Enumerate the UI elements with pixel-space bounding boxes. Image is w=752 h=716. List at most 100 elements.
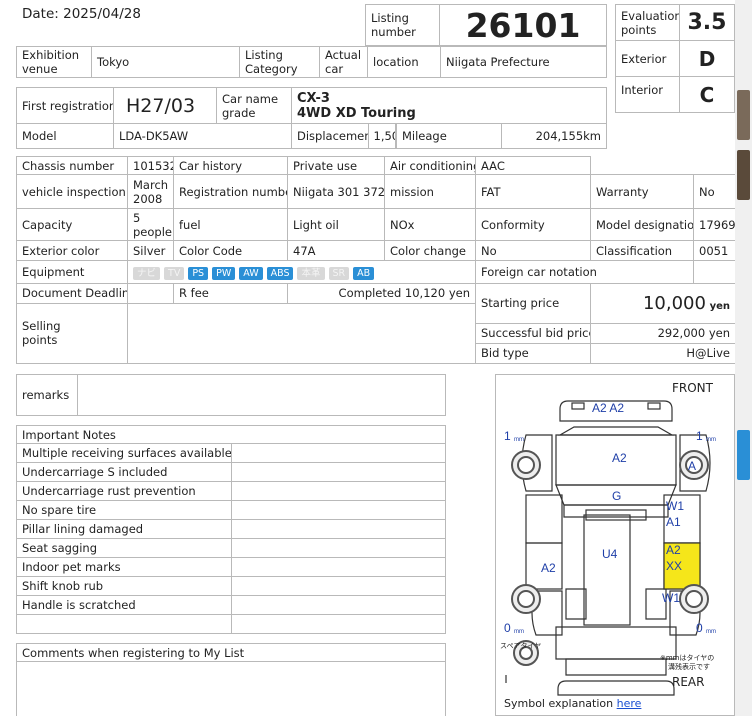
spare-tire-label: スペアタイヤ — [500, 642, 542, 650]
conformity-label: Conformity — [475, 208, 591, 242]
starting-price-unit: yen — [709, 300, 730, 312]
mark-front-bumper: A2 A2 — [592, 401, 625, 415]
important-note-item: No spare tire — [16, 500, 232, 520]
tire-front-right-value: 1 — [696, 429, 703, 443]
mission-value: FAT — [475, 174, 591, 210]
air-conditioning-value: AAC — [475, 155, 591, 176]
chassis-number-label: Chassis number — [16, 155, 128, 176]
mileage-label: Mileage — [396, 123, 502, 149]
first-registration-value: H27/03 — [113, 87, 217, 124]
rear-label: REAR — [672, 675, 705, 689]
tire-rear-left-unit: mm — [514, 629, 524, 635]
tire-rear-right-value: 0 — [696, 621, 703, 635]
color-change-value: No — [475, 240, 591, 262]
selling-points-value — [127, 302, 476, 365]
equipment-chip: 本革 — [297, 266, 325, 280]
tire-rear-left-value: 0 — [504, 621, 511, 635]
fuel-label: fuel — [173, 208, 288, 242]
document-deadline-value — [127, 282, 174, 304]
capacity-label: Capacity — [16, 208, 128, 242]
model-designation-value: 17969 — [693, 208, 736, 242]
starting-price-cell: 10,000 yen — [590, 282, 736, 324]
vehicle-inspection-label: vehicle inspection — [16, 174, 128, 210]
air-conditioning-label: Air conditioning — [384, 155, 476, 176]
color-code-label: Color Code — [173, 240, 288, 262]
starting-price-value: 10,000 — [642, 292, 706, 314]
actual-car-label: Actual car — [319, 46, 368, 78]
evaluation-points-label: Evaluation points — [615, 4, 680, 41]
important-note-item: Shift knob rub — [16, 576, 232, 596]
important-note-value — [230, 614, 446, 634]
important-note-item: Seat sagging — [16, 538, 232, 558]
important-note-item: Indoor pet marks — [16, 557, 232, 577]
registration-number-label: Registration number — [173, 174, 288, 210]
important-note-item: Handle is scratched — [16, 595, 232, 615]
warranty-value: No — [693, 174, 736, 210]
foreign-car-notation-label: Foreign car notation — [475, 260, 694, 284]
mark-right-rear-door-2: XX — [666, 559, 683, 573]
r-fee-label: R fee — [173, 282, 288, 304]
bid-type-label: Bid type — [475, 342, 591, 365]
damage-diagram: FRONT REAR 1 mm 1 mm 0 mm 0 mm A2 A2 A2 … — [495, 374, 735, 716]
bid-type-value: H@Live — [590, 342, 736, 365]
tire-rear-right-unit: mm — [706, 629, 716, 635]
blank-cell — [590, 156, 736, 176]
important-note-value — [230, 538, 446, 558]
vehicle-table: First registration H27/03 Car name grade… — [16, 87, 607, 149]
equipment-label: Equipment — [16, 260, 128, 284]
important-note-item: Undercarriage S included — [16, 462, 232, 482]
important-note-item: Multiple receiving surfaces available — [16, 443, 232, 463]
tire-front-right-unit: mm — [706, 437, 716, 443]
equipment-chip: PS — [188, 266, 209, 280]
scrollbar-thumb-1[interactable] — [737, 90, 750, 140]
car-grade-value: 4WD XD Touring — [297, 105, 416, 121]
comments-value — [16, 661, 446, 716]
important-note-value — [230, 576, 446, 596]
displacement-cell: Displacement 1,500cc — [291, 123, 397, 149]
displacement-label: Displacement — [292, 124, 369, 148]
scrollbar-thumb-2[interactable] — [737, 150, 750, 200]
equipment-chip: AW — [239, 266, 263, 280]
important-note-item — [16, 614, 232, 634]
exhibition-venue-value: Tokyo — [91, 46, 240, 78]
r-fee-value: Completed 10,120 yen — [287, 282, 476, 304]
registration-number-value: Niigata 301 3729 — [287, 174, 385, 210]
comments-label: Comments when registering to My List — [16, 643, 446, 662]
mark-rear-right-wheel: W1 — [662, 591, 680, 605]
symbol-explanation-link[interactable]: here — [617, 697, 642, 710]
venue-table: Exhibition venue Tokyo Listing Category … — [16, 46, 607, 78]
evaluation-table: Evaluation points 3.5 Exterior D Interio… — [615, 4, 735, 113]
listing-category-label: Listing Category — [239, 46, 320, 78]
car-name-value: CX-3 — [297, 90, 330, 106]
scrollbar-thumb-3[interactable] — [737, 430, 750, 480]
model-value: LDA-DK5AW — [113, 123, 292, 149]
important-note-value — [230, 557, 446, 577]
successful-bid-label: Successful bid price — [475, 322, 591, 344]
mark-hood: A2 — [612, 451, 627, 465]
equipment-chip: ABS — [266, 266, 294, 280]
equipment-chip: SR — [328, 266, 350, 280]
listing-number-label: Listing number — [365, 4, 440, 46]
color-code-value: 47A — [287, 240, 385, 262]
important-note-value — [230, 481, 446, 501]
equipment-chip: ナビ — [133, 266, 161, 280]
scrollbar[interactable] — [735, 0, 752, 716]
model-label: Model — [16, 123, 114, 149]
interior-grade-label: Interior — [615, 76, 680, 113]
car-history-label: Car history — [173, 155, 288, 176]
important-note-item: Pillar lining damaged — [16, 519, 232, 539]
symbol-explanation-label: Symbol explanation — [504, 697, 614, 710]
first-registration-label: First registration — [16, 87, 114, 124]
warranty-label: Warranty — [590, 174, 694, 210]
exterior-grade-label: Exterior — [615, 40, 680, 77]
equipment-chips: ナビ TV PS PW AW ABS 本革 SR AB — [127, 260, 476, 284]
mission-label: mission — [384, 174, 476, 210]
remarks-label: remarks — [16, 374, 78, 416]
mark-right-front-door-1: W1 — [666, 499, 684, 513]
car-name-label: Car name grade — [216, 87, 292, 124]
exhibition-venue-label: Exhibition venue — [16, 46, 92, 78]
interior-grade-value: C — [679, 76, 735, 113]
tire-front-left-unit: mm — [514, 437, 524, 443]
comments-table: Comments when registering to My List — [16, 643, 446, 716]
important-note-value — [230, 443, 446, 463]
